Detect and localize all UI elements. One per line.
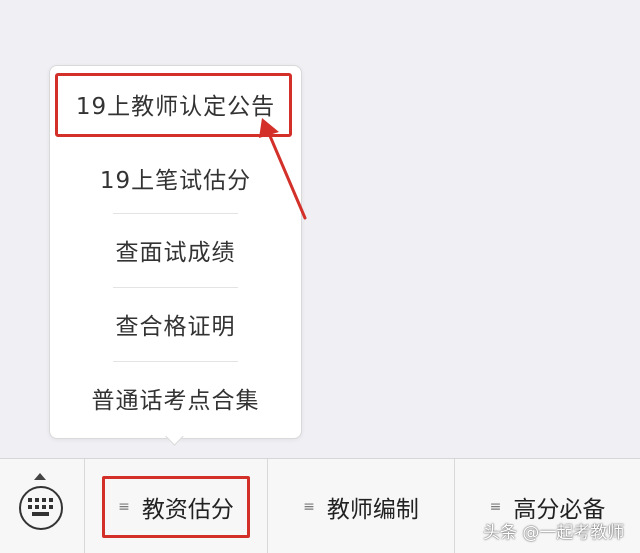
menu-item-mandarin-test-centers[interactable]: 普通话考点合集 xyxy=(50,362,301,434)
watermark: 头条 @一起考教师 xyxy=(483,523,625,543)
menu-item-written-exam-score-estimate[interactable]: 19上笔试估分 xyxy=(50,142,301,214)
annotation-highlight-tab xyxy=(102,476,250,538)
screen: 19上教师认定公告 19上笔试估分 查面试成绩 查合格证明 普通话考点合集 ≡ … xyxy=(0,0,640,553)
menu-lines-icon: ≡ xyxy=(303,498,315,515)
tab-label: 教师编制 xyxy=(326,496,419,523)
tab-teacher-staffing[interactable]: ≡ 教师编制 xyxy=(268,459,455,553)
menu-item-interview-results[interactable]: 查面试成绩 xyxy=(50,214,301,286)
caret-up-icon xyxy=(34,473,46,480)
keyboard-icon[interactable] xyxy=(19,486,63,530)
keyboard-toggle[interactable] xyxy=(0,459,85,553)
menu-lines-icon: ≡ xyxy=(489,498,502,515)
menu-item-qualification-certificate[interactable]: 查合格证明 xyxy=(50,288,301,360)
annotation-highlight-menu-item xyxy=(55,73,292,137)
